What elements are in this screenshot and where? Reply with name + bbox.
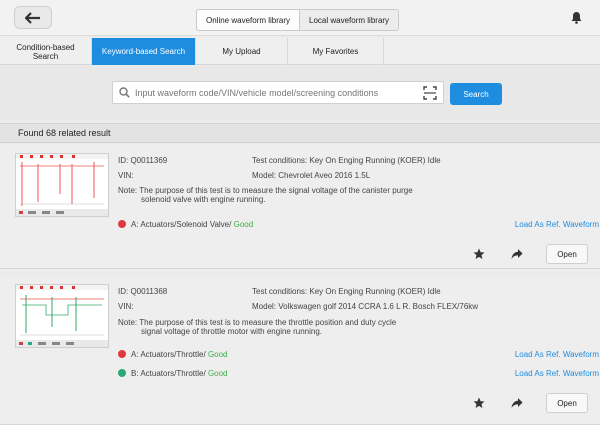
search-mode-tabs: Condition-based Search Keyword-based Sea… <box>0 38 600 65</box>
share-arrow-icon[interactable] <box>511 397 523 409</box>
library-tabs: Online waveform library Local waveform l… <box>196 9 400 31</box>
search-input[interactable] <box>135 82 407 103</box>
channel-status: Good <box>207 350 228 359</box>
search-button[interactable]: Search <box>450 83 502 105</box>
arrow-left-icon <box>25 11 40 24</box>
scan-icon[interactable] <box>423 86 437 100</box>
result-card: ID: Q0011369 Test conditions: Key On Eng… <box>0 144 600 269</box>
waveform-thumbnail[interactable] <box>15 153 109 217</box>
waveform-id: ID: Q0011368 <box>118 287 168 296</box>
tab-condition-based-search[interactable]: Condition-based Search <box>0 38 92 65</box>
vehicle-model: Model: Volkswagen golf 2014 CCRA 1.6 L R… <box>252 302 479 311</box>
vin: VIN: <box>118 302 134 311</box>
tab-label: My Favorites <box>312 47 359 56</box>
channel-label: B: Actuators/Throttle/ <box>131 369 206 378</box>
channel-status: Good <box>207 369 228 378</box>
waveform-thumbnail[interactable] <box>15 284 109 348</box>
channel-status: Good <box>233 220 254 229</box>
bell-icon <box>571 11 581 24</box>
share-arrow-icon[interactable] <box>511 248 523 260</box>
channel-label: A: Actuators/Throttle/ <box>131 350 206 359</box>
tab-label: Keyword-based Search <box>101 47 186 56</box>
waveform-preview-icon <box>16 154 108 216</box>
tab-keyword-based-search[interactable]: Keyword-based Search <box>92 38 196 65</box>
channel-info: B: Actuators/Throttle/ Good <box>131 369 228 378</box>
top-bar: Online waveform library Local waveform l… <box>0 0 600 36</box>
tab-my-favorites[interactable]: My Favorites <box>288 38 384 65</box>
notification-button[interactable] <box>569 9 583 25</box>
result-count: Found 68 related result <box>0 123 600 143</box>
test-conditions: Test conditions: Key On Enging Running (… <box>252 156 441 165</box>
load-as-ref-waveform-link[interactable]: Load As Ref. Waveform <box>515 369 599 378</box>
vehicle-model: Model: Chevrolet Aveo 2016 1.5L <box>252 171 371 180</box>
tab-local-waveform-library[interactable]: Local waveform library <box>300 9 400 31</box>
note: Note: The purpose of this test is to mea… <box>118 186 463 204</box>
waveform-preview-icon <box>16 285 108 347</box>
channel-info: A: Actuators/Solenoid Valve/ Good <box>131 220 253 229</box>
star-icon[interactable] <box>473 397 485 409</box>
load-as-ref-waveform-link[interactable]: Load As Ref. Waveform <box>515 220 599 229</box>
channel-dot <box>118 350 126 358</box>
magnifier-icon <box>113 81 135 104</box>
tab-label: My Upload <box>222 47 261 56</box>
test-conditions: Test conditions: Key On Enging Running (… <box>252 287 441 296</box>
note: Note: The purpose of this test is to mea… <box>118 318 463 336</box>
note-line: solenoid valve with engine running. <box>141 195 266 204</box>
channel-dot <box>118 220 126 228</box>
tab-online-waveform-library[interactable]: Online waveform library <box>196 9 301 31</box>
search-box <box>112 81 444 104</box>
channel-dot <box>118 369 126 377</box>
waveform-id: ID: Q0011369 <box>118 156 168 165</box>
open-button[interactable]: Open <box>546 393 588 413</box>
note-line: Note: The purpose of this test is to mea… <box>118 186 413 195</box>
search-area <box>0 66 600 120</box>
vin: VIN: <box>118 171 134 180</box>
open-button[interactable]: Open <box>546 244 588 264</box>
note-line: Note: The purpose of this test is to mea… <box>118 318 397 327</box>
tab-label: Condition-based Search <box>16 42 75 61</box>
star-icon[interactable] <box>473 248 485 260</box>
tab-my-upload[interactable]: My Upload <box>196 38 288 65</box>
channel-label: A: Actuators/Solenoid Valve/ <box>131 220 232 229</box>
load-as-ref-waveform-link[interactable]: Load As Ref. Waveform <box>515 350 599 359</box>
back-button[interactable] <box>14 6 52 29</box>
note-line: signal voltage of throttle motor with en… <box>141 327 322 336</box>
channel-info: A: Actuators/Throttle/ Good <box>131 350 228 359</box>
result-card: ID: Q0011368 Test conditions: Key On Eng… <box>0 277 600 425</box>
